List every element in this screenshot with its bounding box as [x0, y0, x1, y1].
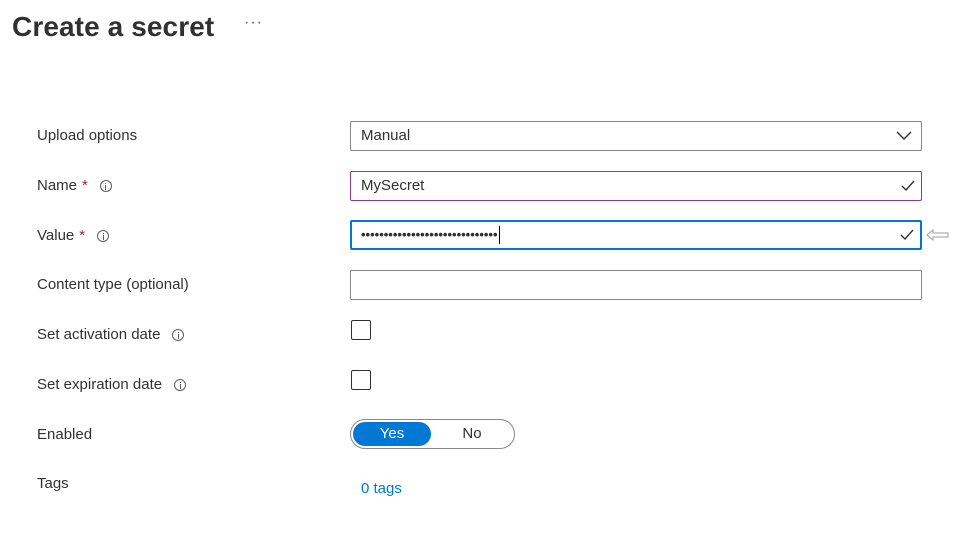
page-title: Create a secret [12, 11, 215, 42]
enabled-label: Enabled [37, 419, 92, 451]
activation-date-label-text: Set activation date [37, 326, 161, 343]
activation-date-row: Set activation date [0, 319, 973, 351]
content-type-row: Content type (optional) [0, 269, 973, 301]
name-label: Name * [37, 170, 112, 202]
content-type-input[interactable] [350, 270, 922, 300]
expiration-date-row: Set expiration date [0, 369, 973, 401]
content-type-label-text: Content type (optional) [37, 276, 189, 293]
upload-options-label: Upload options [37, 120, 137, 152]
required-indicator: * [79, 227, 86, 244]
info-icon[interactable] [97, 230, 110, 242]
upload-options-dropdown[interactable]: Manual [350, 121, 922, 151]
text-cursor [498, 226, 500, 245]
tags-label-text: Tags [37, 475, 69, 492]
expiration-date-label: Set expiration date [37, 369, 187, 401]
info-icon[interactable] [99, 180, 112, 192]
check-icon [900, 229, 914, 241]
enabled-toggle[interactable]: Yes No [350, 419, 515, 449]
upload-options-value: Manual [361, 127, 411, 144]
tags-label: Tags [37, 468, 69, 500]
activation-date-label: Set activation date [37, 319, 185, 351]
name-input[interactable]: MySecret [350, 171, 922, 201]
check-icon [901, 180, 915, 192]
value-row: Value * •••••••••••••••••••••••••••••• [0, 220, 973, 252]
tags-row: Tags [0, 468, 973, 500]
enabled-no-option[interactable]: No [433, 422, 511, 446]
create-secret-page: Create a secret ··· Upload options Manua… [0, 0, 973, 537]
value-input-masked: •••••••••••••••••••••••••••••• [361, 227, 498, 242]
more-options-button[interactable]: ··· [244, 14, 263, 32]
enabled-label-text: Enabled [37, 426, 93, 443]
upload-options-label-text: Upload options [37, 127, 138, 144]
value-label-text: Value [37, 227, 75, 244]
expiration-date-checkbox[interactable] [351, 370, 371, 390]
value-label: Value * [37, 220, 110, 252]
expiration-date-label-text: Set expiration date [37, 376, 163, 393]
name-label-text: Name [37, 177, 78, 194]
info-icon[interactable] [174, 379, 187, 391]
content-type-label: Content type (optional) [37, 269, 189, 301]
name-row: Name * MySecret [0, 170, 973, 202]
enabled-yes-option[interactable]: Yes [353, 422, 431, 446]
upload-options-row: Upload options Manual [0, 120, 973, 152]
info-icon[interactable] [172, 329, 185, 341]
tags-link[interactable]: 0 tags [361, 478, 402, 500]
required-indicator: * [82, 177, 88, 194]
name-input-value: MySecret [361, 177, 425, 194]
left-arrow-icon [926, 228, 949, 242]
chevron-down-icon [896, 131, 912, 140]
value-input[interactable]: •••••••••••••••••••••••••••••• [350, 220, 922, 250]
activation-date-checkbox[interactable] [351, 320, 371, 340]
